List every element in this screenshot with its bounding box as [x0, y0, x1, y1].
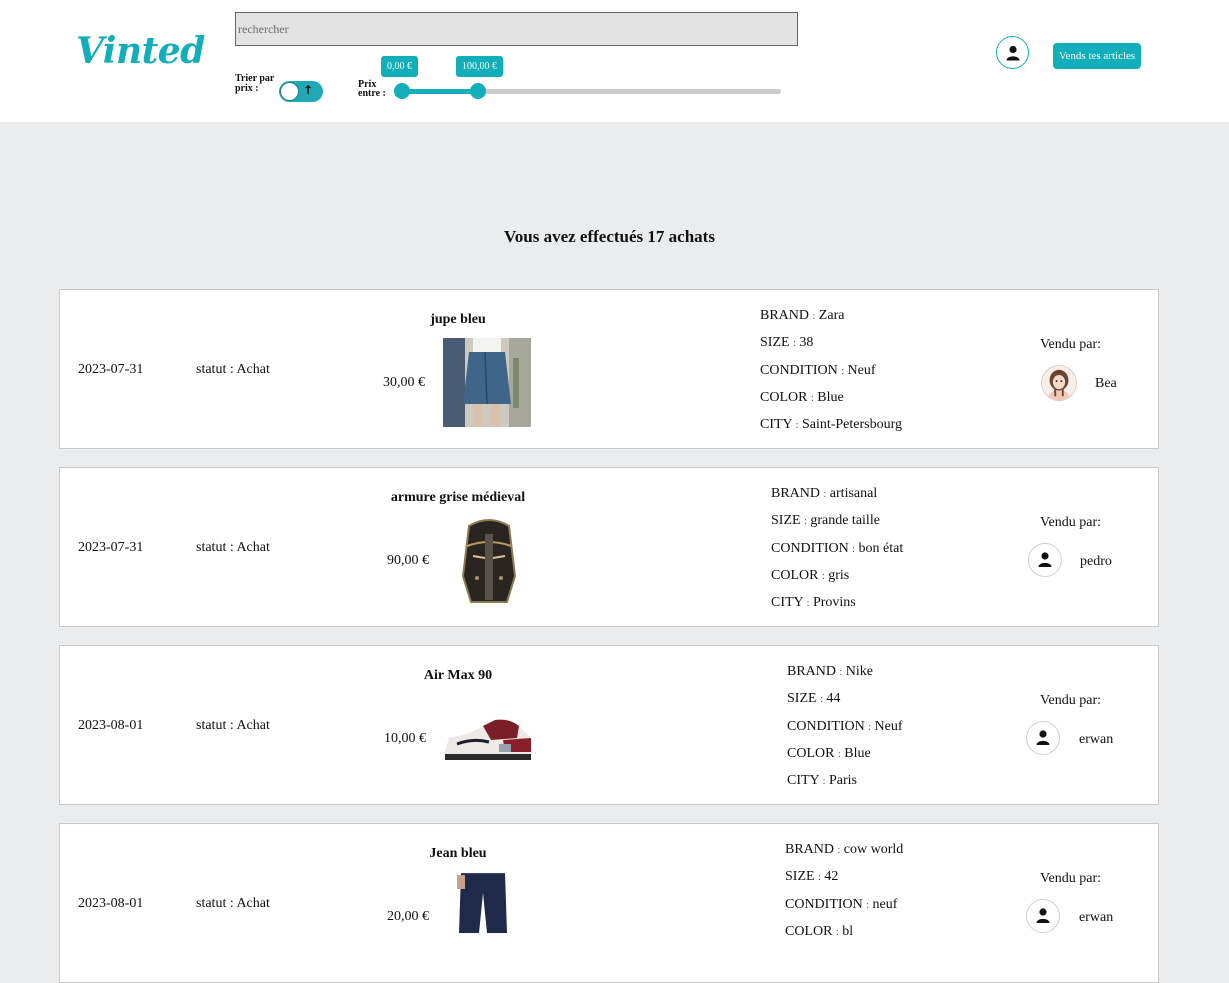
- item-attributes: BRAND : Nike SIZE : 44 CONDITION : Neuf …: [787, 663, 903, 799]
- seller-name[interactable]: erwan: [1079, 910, 1113, 926]
- attr-condition: CONDITION : bon état: [771, 540, 904, 556]
- item-image[interactable]: [455, 873, 511, 933]
- user-icon: [1036, 908, 1050, 923]
- attr-city: CITY : Provins: [771, 595, 856, 611]
- purchase-card: 2023-07-31 statut : Achat armure grise m…: [59, 467, 1159, 627]
- attr-size: SIZE : 44: [787, 691, 841, 707]
- attr-color: COLOR : Blue: [787, 745, 871, 761]
- seller-name[interactable]: erwan: [1079, 732, 1113, 748]
- sold-by-label: Vendu par:: [1040, 693, 1102, 708]
- seller-avatar[interactable]: [1026, 721, 1060, 755]
- price-max-handle[interactable]: [470, 83, 486, 99]
- attr-size: SIZE : 38: [760, 335, 814, 351]
- attr-size: SIZE : grande taille: [771, 513, 880, 529]
- attr-brand: BRAND : artisanal: [771, 486, 878, 501]
- attr-condition: CONDITION : Neuf: [787, 718, 903, 734]
- vinted-logo[interactable]: Vinted: [76, 30, 205, 72]
- purchase-status: statut : Achat: [196, 362, 270, 377]
- seller-name[interactable]: pedro: [1080, 554, 1112, 570]
- item-attributes: BRAND : cow world SIZE : 42 CONDITION : …: [785, 841, 903, 950]
- seller-avatar[interactable]: [1026, 899, 1060, 933]
- attr-city: CITY : Paris: [787, 773, 857, 789]
- profile-button[interactable]: [996, 36, 1029, 69]
- seller-avatar[interactable]: [1041, 365, 1077, 401]
- user-icon: [1038, 552, 1052, 567]
- purchase-status: statut : Achat: [196, 718, 270, 733]
- toggle-knob: [280, 82, 299, 101]
- sold-by-label: Vendu par:: [1040, 515, 1102, 530]
- price-min-handle[interactable]: [394, 83, 410, 99]
- item-name: Air Max 90: [423, 668, 493, 683]
- user-icon: [1006, 45, 1019, 60]
- attr-color: COLOR : Blue: [760, 389, 844, 405]
- user-icon: [1036, 730, 1050, 745]
- item-name: jupe bleu: [430, 312, 486, 327]
- seller-avatar[interactable]: [1028, 543, 1062, 577]
- seller-name[interactable]: Bea: [1095, 376, 1117, 392]
- attr-size: SIZE : 42: [785, 869, 839, 885]
- purchase-date: 2023-08-01: [78, 896, 144, 911]
- item-price: 90,00 €: [387, 553, 429, 568]
- attr-city: CITY : Saint-Petersbourg: [760, 417, 903, 433]
- item-name: Jean bleu: [429, 846, 487, 861]
- price-range-label: Prix entre :: [358, 79, 386, 99]
- item-attributes: BRAND : artisanal SIZE : grande taille C…: [771, 485, 903, 621]
- price-slider-range: [402, 89, 478, 94]
- attr-condition: CONDITION : neuf: [785, 896, 898, 912]
- attr-color: COLOR : gris: [771, 567, 850, 583]
- attr-condition: CONDITION : Neuf: [760, 362, 876, 378]
- attr-brand: BRAND : Nike: [787, 664, 874, 679]
- purchase-date: 2023-07-31: [78, 362, 144, 377]
- arrow-up-icon: ↑: [303, 83, 314, 97]
- sold-by-label: Vendu par:: [1040, 871, 1102, 886]
- sell-items-button[interactable]: Vends tes articles: [1053, 43, 1141, 69]
- sold-by-label: Vendu par:: [1040, 337, 1102, 352]
- item-price: 30,00 €: [383, 375, 425, 390]
- item-image[interactable]: [443, 716, 531, 764]
- purchase-date: 2023-08-01: [78, 718, 144, 733]
- item-price: 10,00 €: [384, 731, 426, 746]
- purchases-count-heading: Vous avez effectués 17 achats: [504, 227, 715, 246]
- sort-order-toggle[interactable]: ↑: [279, 81, 323, 102]
- purchase-status: statut : Achat: [196, 896, 270, 911]
- price-max-tag: 100,00 €: [456, 56, 503, 77]
- item-attributes: BRAND : Zara SIZE : 38 CONDITION : Neuf …: [760, 307, 902, 443]
- item-price: 20,00 €: [387, 909, 429, 924]
- sort-by-price-label: Trier par prix :: [235, 73, 275, 94]
- purchase-card: 2023-08-01 statut : Achat Jean bleu 20,0…: [59, 823, 1159, 983]
- attr-brand: BRAND : cow world: [785, 842, 904, 857]
- attr-brand: BRAND : Zara: [760, 308, 845, 323]
- item-name: armure grise médieval: [390, 490, 526, 505]
- purchase-card: 2023-07-31 statut : Achat jupe bleu 30,0…: [59, 289, 1159, 449]
- price-min-tag: 0,00 €: [381, 56, 418, 77]
- purchase-card: 2023-08-01 statut : Achat Air Max 90 10,…: [59, 645, 1159, 805]
- purchase-date: 2023-07-31: [78, 540, 144, 555]
- purchase-status: statut : Achat: [196, 540, 270, 555]
- top-header: Vinted Trier par prix : ↑ Prix entre : 0…: [0, 0, 1229, 122]
- item-image[interactable]: [443, 338, 531, 427]
- search-input[interactable]: [235, 12, 798, 46]
- seller-photo-icon: [1042, 366, 1076, 400]
- item-image[interactable]: [455, 516, 523, 608]
